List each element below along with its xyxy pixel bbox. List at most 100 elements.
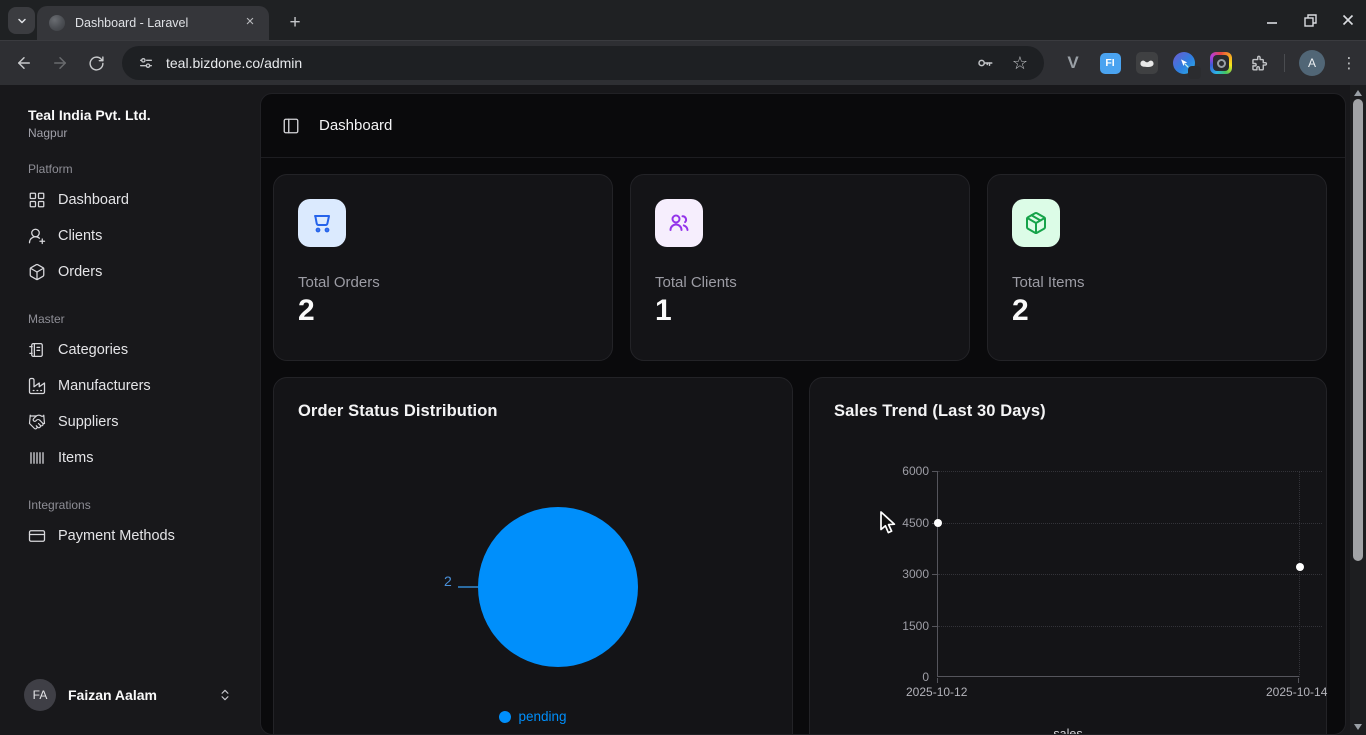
browser-window: Dashboard - Laravel × +: [0, 0, 1366, 735]
panel-left-icon: [282, 117, 300, 135]
sidebar-item-clients[interactable]: Clients: [0, 218, 256, 254]
profile-avatar[interactable]: A: [1299, 50, 1325, 76]
sidebar-item-label: Clients: [58, 228, 102, 244]
gridline: [1299, 471, 1300, 677]
user-menu[interactable]: FA Faizan Aalam: [12, 673, 244, 717]
x-tick-label: 2025-10-14: [1266, 685, 1327, 699]
reload-button[interactable]: [82, 49, 110, 77]
stat-tile: [655, 199, 703, 247]
window-controls: [1264, 0, 1356, 40]
stat-value: 1: [655, 294, 945, 328]
gridline: [938, 626, 1322, 627]
x-tick-mark: [1298, 678, 1299, 683]
user-name: Faizan Aalam: [68, 687, 206, 703]
handshake-icon: [28, 413, 46, 431]
stat-label: Total Clients: [655, 274, 945, 291]
bookmark-star-icon[interactable]: ☆: [1012, 54, 1028, 72]
browser-toolbar: teal.bizdone.co/admin ☆ V FI A ⋮: [0, 40, 1366, 85]
sidebar-item-items[interactable]: Items: [0, 440, 256, 476]
sidebar-item-label: Categories: [58, 342, 128, 358]
reload-icon: [88, 55, 105, 72]
y-tick-label: 0: [883, 670, 929, 684]
main-header: Dashboard: [261, 94, 1345, 158]
forward-button[interactable]: [46, 49, 74, 77]
wave-extension-icon[interactable]: [1136, 52, 1158, 74]
stat-label: Total Orders: [298, 274, 588, 291]
page-title: Dashboard: [319, 117, 392, 134]
stat-tile: [1012, 199, 1060, 247]
tab-close-icon[interactable]: ×: [241, 14, 259, 32]
tab-search-button[interactable]: [8, 7, 35, 34]
app-sidebar: Teal India Pvt. Ltd. Nagpur Platform Das…: [0, 85, 256, 735]
legend-label: pending: [518, 709, 566, 724]
page-scrollbar[interactable]: [1350, 85, 1366, 735]
stat-card-total-clients: Total Clients 1: [630, 174, 970, 361]
stat-tile: [298, 199, 346, 247]
sidebar-item-categories[interactable]: Categories: [0, 332, 256, 368]
browser-menu-icon[interactable]: ⋮: [1337, 51, 1361, 75]
sidebar-item-payment-methods[interactable]: Payment Methods: [0, 518, 256, 554]
dashboard-content: Total Orders 2 Total Clients 1: [261, 158, 1345, 735]
pie-data-label: 2: [444, 573, 452, 589]
sidebar-item-dashboard[interactable]: Dashboard: [0, 182, 256, 218]
chart-title: Order Status Distribution: [298, 402, 768, 421]
back-button[interactable]: [10, 49, 38, 77]
page-content: Teal India Pvt. Ltd. Nagpur Platform Das…: [0, 85, 1366, 735]
url-bar[interactable]: teal.bizdone.co/admin ☆: [122, 46, 1044, 80]
sidebar-item-suppliers[interactable]: Suppliers: [0, 404, 256, 440]
pie-legend[interactable]: pending: [298, 709, 768, 724]
scrollbar-thumb[interactable]: [1353, 99, 1363, 561]
url-text[interactable]: teal.bizdone.co/admin: [166, 55, 976, 71]
browser-tab[interactable]: Dashboard - Laravel ×: [37, 6, 269, 40]
sales-plot: [937, 471, 1299, 677]
scroll-down-arrow[interactable]: [1354, 724, 1362, 730]
notebook-icon: [28, 341, 46, 359]
x-tick-mark: [937, 678, 938, 683]
restore-button[interactable]: [1302, 12, 1318, 28]
legend-dot: [499, 711, 511, 723]
password-manager-icon[interactable]: [976, 54, 994, 72]
extensions-puzzle-icon[interactable]: [1247, 52, 1269, 74]
credit-card-icon: [28, 527, 46, 545]
fonts-extension-icon[interactable]: FI: [1099, 52, 1121, 74]
scroll-up-arrow[interactable]: [1354, 90, 1362, 96]
back-icon: [15, 54, 33, 72]
chevron-down-icon: [16, 15, 28, 27]
pointer-extension-icon[interactable]: [1173, 52, 1195, 74]
factory-icon: [28, 377, 46, 395]
package-icon: [28, 263, 46, 281]
stat-card-total-orders: Total Orders 2: [273, 174, 613, 361]
data-point: [1296, 563, 1304, 571]
sidebar-item-manufacturers[interactable]: Manufacturers: [0, 368, 256, 404]
y-tick-label: 6000: [883, 464, 929, 478]
y-tick-label: 3000: [883, 567, 929, 581]
sidebar-item-label: Orders: [58, 264, 102, 280]
site-settings-icon[interactable]: [138, 55, 154, 71]
minimize-button[interactable]: [1264, 12, 1280, 28]
stat-card-total-items: Total Items 2: [987, 174, 1327, 361]
site-favicon-icon: [49, 15, 65, 31]
data-point: [934, 519, 942, 527]
new-tab-button[interactable]: +: [282, 10, 308, 36]
sidebar-item-label: Suppliers: [58, 414, 118, 430]
pointer-extension-badge: [1188, 66, 1201, 79]
stat-value: 2: [298, 294, 588, 328]
sidebar-toggle-button[interactable]: [277, 112, 305, 140]
color-lens-extension-icon[interactable]: [1210, 52, 1232, 74]
package-icon: [1024, 211, 1048, 235]
company-location: Nagpur: [28, 126, 240, 140]
sidebar-item-orders[interactable]: Orders: [0, 254, 256, 290]
pie-chart: 2 pending: [298, 421, 768, 735]
sidebar-item-label: Dashboard: [58, 192, 129, 208]
tab-title: Dashboard - Laravel: [75, 16, 241, 30]
chart-title: Sales Trend (Last 30 Days): [834, 402, 1302, 421]
v-extension-icon[interactable]: V: [1062, 52, 1084, 74]
company-block[interactable]: Teal India Pvt. Ltd. Nagpur: [0, 85, 256, 140]
user-plus-icon: [28, 227, 46, 245]
stat-label: Total Items: [1012, 274, 1302, 291]
forward-icon: [51, 54, 69, 72]
x-tick-label: 2025-10-12: [906, 685, 967, 699]
close-window-button[interactable]: [1340, 12, 1356, 28]
stats-row: Total Orders 2 Total Clients 1: [273, 174, 1333, 361]
users-icon: [667, 211, 691, 235]
